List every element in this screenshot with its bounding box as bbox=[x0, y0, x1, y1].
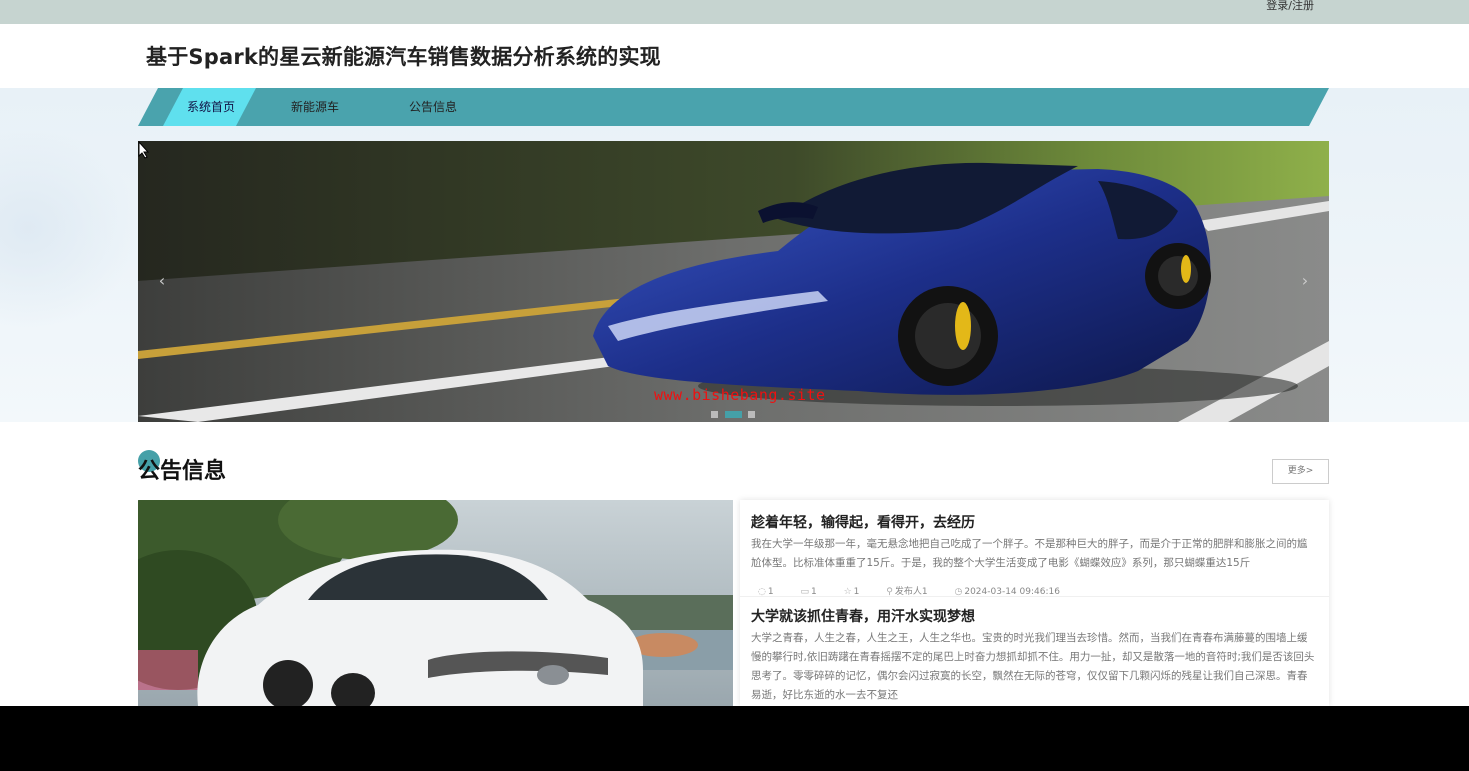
bottom-black-bar bbox=[0, 706, 1469, 771]
white-car-photo bbox=[138, 500, 733, 706]
hero-carousel[interactable]: ‹ › www.bishebang.site bbox=[138, 141, 1329, 422]
watermark-text: www.bishebang.site bbox=[654, 386, 826, 404]
announcement-title[interactable]: 大学就该抓住青春，用汗水实现梦想 bbox=[751, 606, 975, 626]
divider bbox=[740, 596, 1329, 597]
announcement-list: 趁着年轻，输得起，看得开，去经历 我在大学一年级那一年，毫无悬念地把自己吃成了一… bbox=[740, 500, 1329, 706]
site-title: 基于Spark的星云新能源汽车销售数据分析系统的实现 bbox=[146, 45, 661, 69]
mouse-cursor-icon bbox=[138, 141, 150, 159]
top-bar: 登录/注册 bbox=[0, 0, 1469, 24]
carousel-prev-icon[interactable]: ‹ bbox=[152, 269, 172, 293]
announcement-item-1[interactable]: 趁着年轻，输得起，看得开，去经历 我在大学一年级那一年，毫无悬念地把自己吃成了一… bbox=[740, 512, 1329, 602]
main-nav: 系统首页 新能源车 公告信息 bbox=[138, 88, 1329, 126]
carousel-dot-2[interactable] bbox=[725, 411, 742, 418]
announcement-summary: 大学之青春，人生之春，人生之王，人生之华也。宝贵的时光我们理当去珍惜。然而，当我… bbox=[751, 632, 1315, 701]
site-header: 基于Spark的星云新能源汽车销售数据分析系统的实现 bbox=[0, 24, 1469, 88]
announcement-summary: 我在大学一年级那一年，毫无悬念地把自己吃成了一个胖子。不是那种巨大的胖子，而是介… bbox=[751, 538, 1308, 569]
announcement-item-2[interactable]: 大学就该抓住青春，用汗水实现梦想 大学之青春，人生之春，人生之王，人生之华也。宝… bbox=[740, 606, 1329, 706]
more-button[interactable]: 更多> bbox=[1272, 459, 1329, 484]
page: 登录/注册 基于Spark的星云新能源汽车销售数据分析系统的实现 系统首页 新能… bbox=[0, 0, 1469, 706]
nav-item-new-energy-cars[interactable]: 新能源车 bbox=[282, 88, 348, 126]
announcement-title[interactable]: 趁着年轻，输得起，看得开，去经历 bbox=[751, 512, 975, 532]
announcements-title: 公告信息 bbox=[138, 459, 227, 484]
nav-item-home[interactable]: 系统首页 bbox=[178, 88, 244, 126]
login-register-link[interactable]: 登录/注册 bbox=[1266, 0, 1314, 12]
carousel-dot-3[interactable] bbox=[748, 411, 755, 418]
nav-item-announcements[interactable]: 公告信息 bbox=[400, 88, 466, 126]
announcement-featured-image[interactable] bbox=[138, 500, 733, 706]
carousel-dot-1[interactable] bbox=[711, 411, 718, 418]
carousel-next-icon[interactable]: › bbox=[1295, 269, 1315, 293]
carousel-slide-image bbox=[138, 141, 1329, 422]
